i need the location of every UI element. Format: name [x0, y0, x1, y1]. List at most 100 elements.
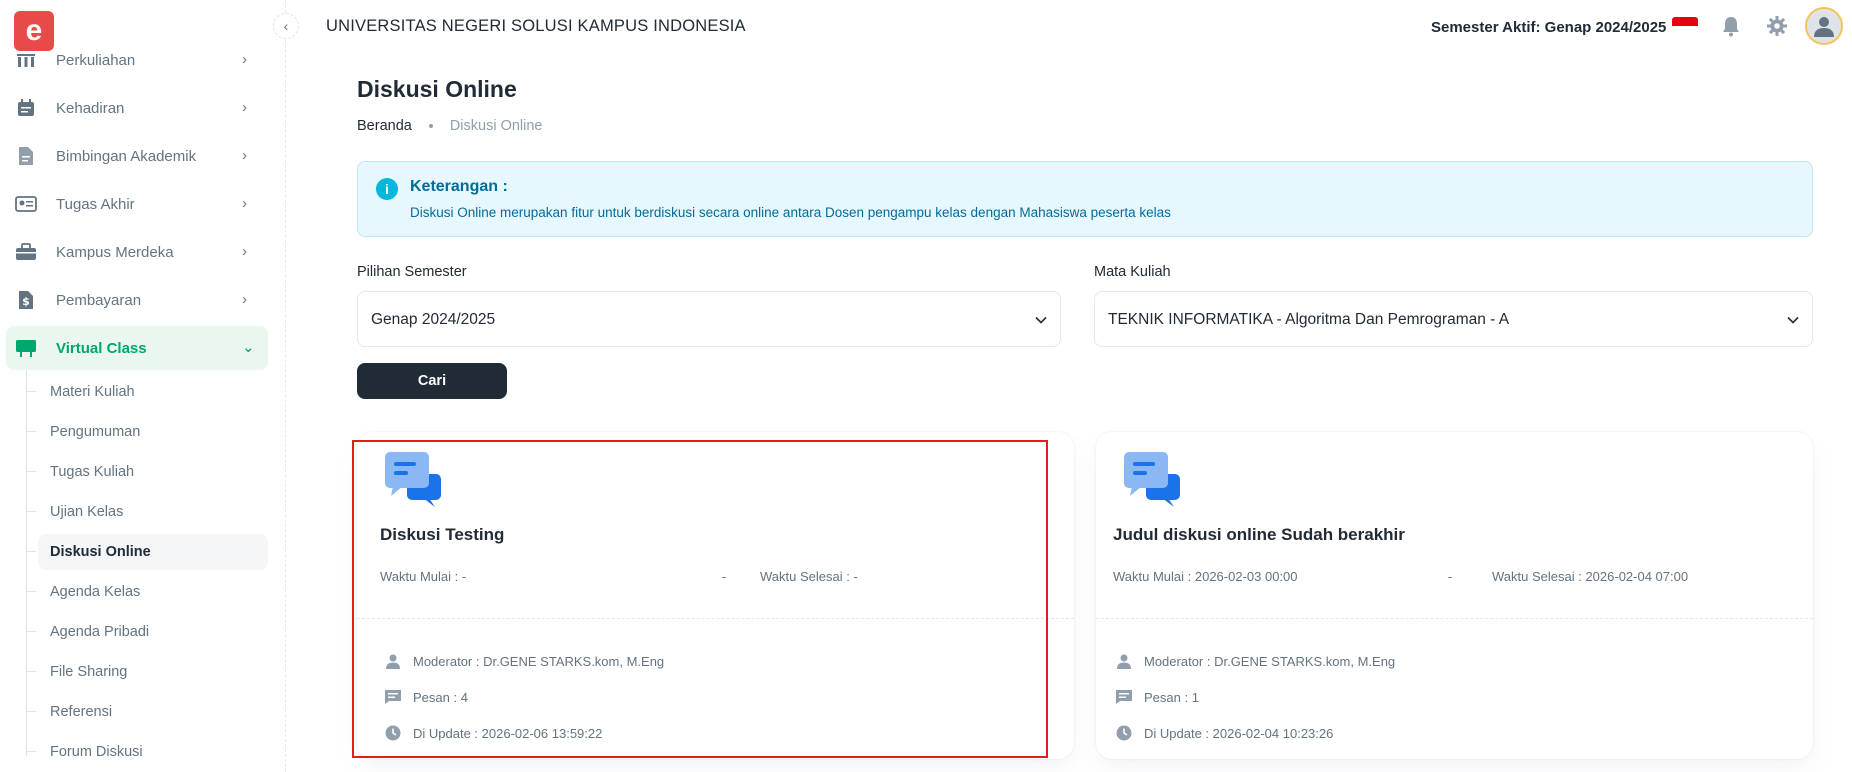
card-moderator: Moderator : Dr.GENE STARKS.kom, M.Eng [1144, 653, 1396, 669]
breadcrumb-current: Diskusi Online [449, 118, 543, 134]
breadcrumb: Beranda Diskusi Online [357, 118, 543, 134]
card-start-time: Waktu Mulai : - [380, 569, 467, 584]
info-alert: i Keterangan : Diskusi Online merupakan … [357, 161, 1813, 237]
document-icon [15, 146, 37, 166]
sidebar: e ‹ Perkuliahan › Kehadiran › Bimbingan … [0, 0, 299, 772]
sidebar-item-pembayaran[interactable]: $ Pembayaran › [6, 278, 268, 322]
sub-item-ujian-kelas[interactable]: Ujian Kelas [26, 494, 268, 530]
sub-item-forum-diskusi[interactable]: Forum Diskusi [26, 734, 268, 770]
chevron-right-icon: › [242, 243, 247, 260]
sidebar-item-tugas-akhir[interactable]: Tugas Akhir › [6, 182, 268, 226]
sub-item-label: Referensi [50, 704, 113, 720]
chevron-down-icon [1035, 316, 1047, 324]
card-title: Judul diskusi online Sudah berakhir [1113, 525, 1405, 544]
chat-bubbles-icon [1124, 452, 1180, 507]
card-divider [1096, 618, 1813, 619]
app-logo[interactable]: e [14, 11, 54, 51]
sidebar-item-label: Kehadiran [56, 99, 125, 117]
course-field-label: Mata Kuliah [1094, 264, 1171, 280]
sidebar-item-kampus-merdeka[interactable]: Kampus Merdeka › [6, 230, 268, 274]
chevron-right-icon: › [242, 291, 247, 308]
discussion-card[interactable]: Diskusi Testing Waktu Mulai : - - Waktu … [357, 432, 1074, 759]
sub-item-agenda-kelas[interactable]: Agenda Kelas [26, 574, 268, 610]
sub-item-label: File Sharing [50, 664, 128, 680]
card-messages-row: Pesan : 1 [1115, 688, 1199, 706]
chevron-right-icon: › [242, 195, 247, 212]
message-icon [1115, 688, 1133, 706]
sub-item-label: Tugas Kuliah [50, 464, 135, 480]
page-title: Diskusi Online [357, 76, 517, 102]
sidebar-item-label: Virtual Class [56, 339, 147, 357]
indonesia-flag-icon[interactable] [1672, 17, 1698, 35]
sidebar-item-label: Bimbingan Akademik [56, 147, 197, 165]
card-messages-row: Pesan : 4 [384, 688, 468, 706]
sub-item-label: Forum Diskusi [50, 744, 143, 760]
info-icon: i [376, 178, 398, 200]
sidebar-item-virtual-class[interactable]: Virtual Class ⌄ [6, 326, 268, 370]
sub-item-label: Ujian Kelas [50, 504, 124, 520]
sidebar-item-kehadiran[interactable]: Kehadiran › [6, 86, 268, 130]
dollar-icon: $ [15, 290, 37, 310]
sub-item-tugas-kuliah[interactable]: Tugas Kuliah [26, 454, 268, 490]
sidebar-collapse-button[interactable]: ‹ [273, 13, 299, 39]
briefcase-icon [15, 242, 37, 262]
bell-icon[interactable] [1719, 14, 1743, 38]
chevron-right-icon: › [242, 51, 247, 68]
sub-item-file-sharing[interactable]: File Sharing [26, 654, 268, 690]
card-title: Diskusi Testing [380, 525, 505, 544]
card-time-separator: - [1448, 569, 1453, 584]
semester-select-value: Genap 2024/2025 [371, 311, 496, 328]
card-moderator-row: Moderator : Dr.GENE STARKS.kom, M.Eng [1115, 652, 1395, 670]
semester-field-label: Pilihan Semester [357, 264, 467, 280]
card-end-time: Waktu Selesai : - [760, 569, 858, 584]
info-title: Keterangan : [410, 178, 508, 195]
card-moderator-row: Moderator : Dr.GENE STARKS.kom, M.Eng [384, 652, 664, 670]
course-select-value: TEKNIK INFORMATIKA - Algoritma Dan Pemro… [1108, 311, 1510, 328]
card-start-time: Waktu Mulai : 2026-02-03 00:00 [1113, 569, 1298, 584]
id-card-icon [15, 194, 37, 214]
chevron-down-icon: ⌄ [242, 339, 255, 356]
semester-select[interactable]: Genap 2024/2025 [357, 291, 1061, 347]
breadcrumb-separator [428, 124, 433, 128]
sub-item-pengumuman[interactable]: Pengumuman [26, 414, 268, 450]
gear-icon[interactable] [1765, 14, 1789, 38]
sub-item-materi-kuliah[interactable]: Materi Kuliah [26, 374, 268, 410]
university-title: UNIVERSITAS NEGERI SOLUSI KAMPUS INDONES… [326, 17, 746, 35]
card-divider [357, 618, 1074, 619]
sub-item-label: Diskusi Online [50, 544, 151, 560]
message-icon [384, 688, 402, 706]
sub-item-label: Agenda Pribadi [50, 624, 150, 640]
person-icon [1115, 652, 1133, 670]
breadcrumb-home-link[interactable]: Beranda [357, 118, 412, 134]
chevron-right-icon: › [242, 147, 247, 164]
card-updated: Di Update : 2026-02-04 10:23:26 [1144, 725, 1334, 741]
sub-item-label: Pengumuman [50, 424, 141, 440]
sub-item-referensi[interactable]: Referensi [26, 694, 268, 730]
card-moderator: Moderator : Dr.GENE STARKS.kom, M.Eng [413, 653, 665, 669]
discussion-card[interactable]: Judul diskusi online Sudah berakhir Wakt… [1096, 432, 1813, 759]
chevron-left-icon: ‹ [283, 18, 289, 34]
info-text: Diskusi Online merupakan fitur untuk ber… [410, 205, 1171, 220]
sidebar-item-label: Tugas Akhir [56, 195, 135, 213]
card-updated-row: Di Update : 2026-02-04 10:23:26 [1115, 724, 1333, 742]
card-messages: Pesan : 4 [413, 689, 468, 705]
sidebar-item-bimbingan-akademik[interactable]: Bimbingan Akademik › [6, 134, 268, 178]
calendar-icon [15, 98, 37, 118]
avatar[interactable] [1805, 7, 1843, 45]
clock-icon [1115, 724, 1133, 742]
active-semester-label: Semester Aktif: Genap 2024/2025 [1431, 19, 1667, 36]
sub-item-agenda-pribadi[interactable]: Agenda Pribadi [26, 614, 268, 650]
board-icon [15, 338, 37, 358]
clock-icon [384, 724, 402, 742]
search-button[interactable]: Cari [357, 363, 507, 399]
person-icon [384, 652, 402, 670]
sidebar-item-label: Perkuliahan [56, 51, 136, 69]
sub-item-label: Agenda Kelas [50, 584, 141, 600]
card-end-time: Waktu Selesai : 2026-02-04 07:00 [1492, 569, 1689, 584]
sidebar-item-label: Pembayaran [56, 291, 142, 309]
sub-item-diskusi-online[interactable]: Diskusi Online [26, 534, 268, 570]
chat-bubbles-icon [385, 452, 441, 507]
chevron-right-icon: › [242, 99, 247, 116]
course-select[interactable]: TEKNIK INFORMATIKA - Algoritma Dan Pemro… [1094, 291, 1813, 347]
card-time-separator: - [722, 569, 727, 584]
